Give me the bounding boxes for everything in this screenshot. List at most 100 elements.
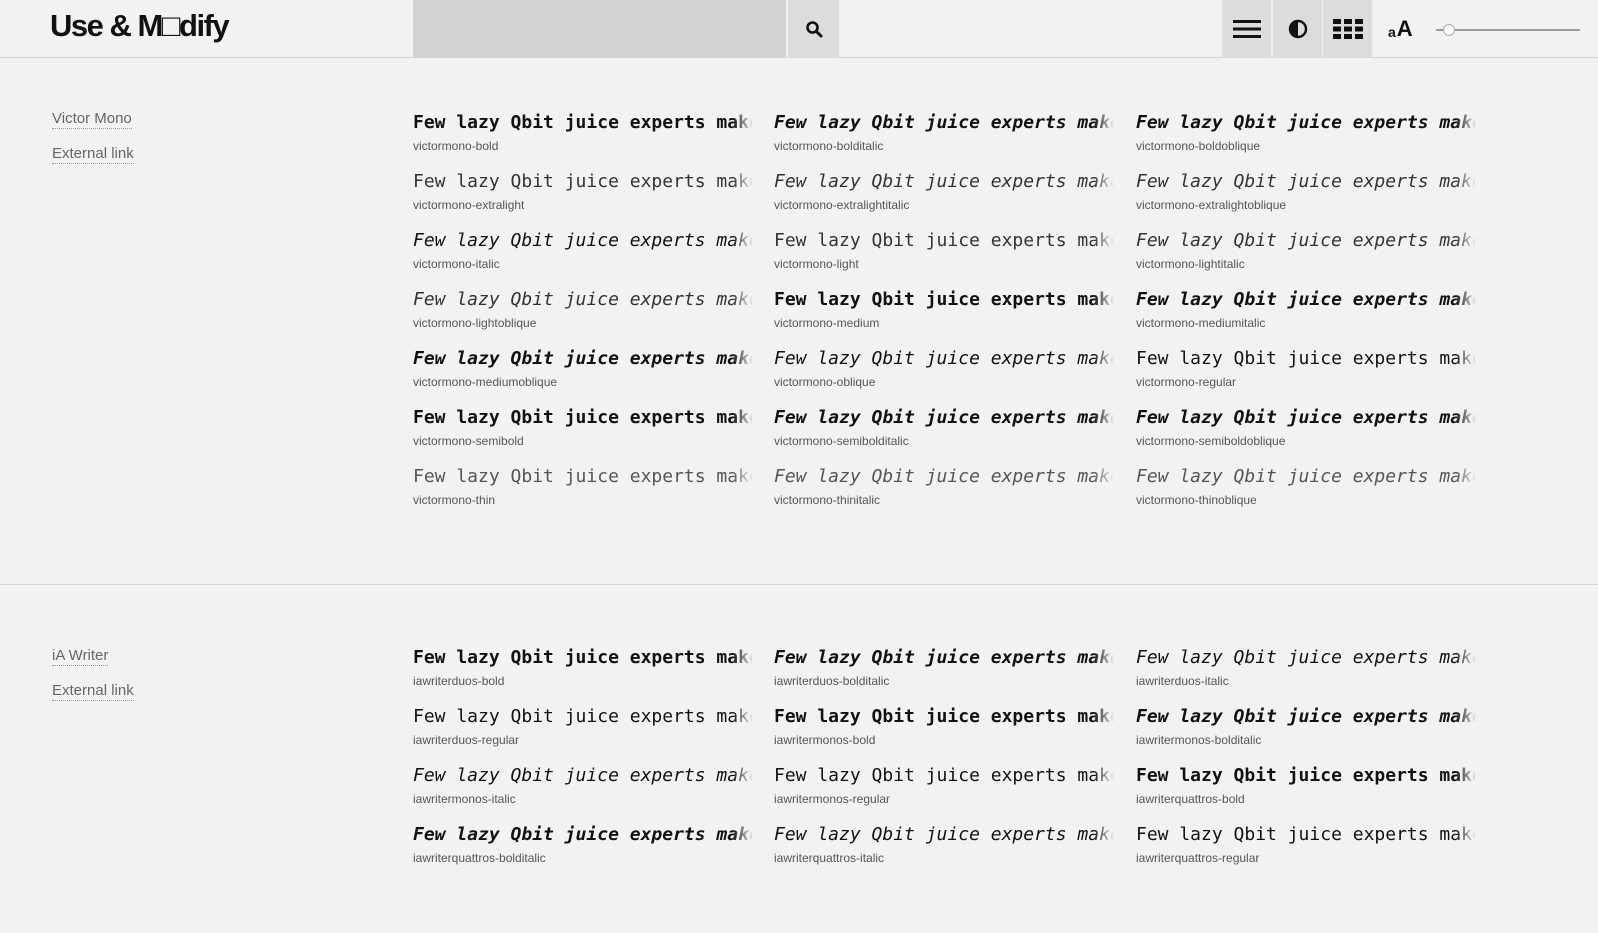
font-file-name: victormono-thinitalic xyxy=(774,493,881,507)
font-sample-card[interactable]: Few lazy Qbit juice experts make dog iawr… xyxy=(413,823,753,873)
font-file-name: iawriterduos-regular xyxy=(413,733,520,747)
font-sample-text: Few lazy Qbit juice experts make dog xyxy=(413,706,753,727)
font-file-name: iawriterduos-bolditalic xyxy=(774,674,890,688)
font-file-name: victormono-regular xyxy=(1136,375,1237,389)
text-size-small-label: a xyxy=(1388,24,1396,40)
font-sample-text: Few lazy Qbit juice experts make dog xyxy=(413,824,753,845)
grid-icon xyxy=(1332,19,1363,39)
family-link-ia-writer[interactable]: iA Writer xyxy=(52,647,109,666)
font-sample-card[interactable]: Few lazy Qbit juice experts make dog vict… xyxy=(774,229,1114,279)
font-file-name: victormono-semibold xyxy=(413,434,524,448)
font-sample-text: Few lazy Qbit juice experts make dog xyxy=(774,348,1114,369)
font-file-name: victormono-semibolditalic xyxy=(774,434,909,448)
slider-track xyxy=(1436,29,1580,31)
font-sample-card[interactable]: Few lazy Qbit juice experts make dog vict… xyxy=(413,229,753,279)
font-sample-text: Few lazy Qbit juice experts make dog xyxy=(1136,230,1476,251)
top-bar: Use & M□dify a A xyxy=(0,0,1598,58)
section-divider xyxy=(0,584,1598,585)
font-sample-card[interactable]: Few lazy Qbit juice experts make dog vict… xyxy=(413,347,753,397)
font-sample-text: Few lazy Qbit juice experts make dog xyxy=(1136,824,1476,845)
contrast-toggle-button[interactable] xyxy=(1273,0,1322,58)
font-sample-card[interactable]: Few lazy Qbit juice experts make dog iawr… xyxy=(1136,646,1476,696)
font-sample-card[interactable]: Few lazy Qbit juice experts make dog vict… xyxy=(1136,111,1476,161)
font-sample-card[interactable]: Few lazy Qbit juice experts make dog vict… xyxy=(413,406,753,456)
font-file-name: victormono-light xyxy=(774,257,859,271)
font-sample-text: Few lazy Qbit juice experts make dog xyxy=(413,647,753,668)
font-sample-text: Few lazy Qbit juice experts make dog xyxy=(413,230,753,251)
font-sample-card[interactable]: Few lazy Qbit juice experts make dog vict… xyxy=(774,406,1114,456)
font-sample-text: Few lazy Qbit juice experts make dog xyxy=(774,466,1114,487)
font-file-name: victormono-medium xyxy=(774,316,880,330)
slider-handle[interactable] xyxy=(1443,24,1455,36)
font-file-name: victormono-oblique xyxy=(774,375,876,389)
text-size-big-label: A xyxy=(1396,16,1413,41)
font-sample-card[interactable]: Few lazy Qbit juice experts make dog iawr… xyxy=(774,705,1114,755)
font-file-name: iawriterquattros-bolditalic xyxy=(413,851,546,865)
font-sample-card[interactable]: Few lazy Qbit juice experts make dog vict… xyxy=(1136,465,1476,515)
font-sample-card[interactable]: Few lazy Qbit juice experts make dog vict… xyxy=(1136,170,1476,220)
font-sample-text: Few lazy Qbit juice experts make dog xyxy=(774,407,1114,428)
font-file-name: iawriterquattros-regular xyxy=(1136,851,1260,865)
font-file-name: victormono-lightoblique xyxy=(413,316,537,330)
hamburger-icon xyxy=(1232,20,1261,38)
font-sample-card[interactable]: Few lazy Qbit juice experts make dog vict… xyxy=(1136,229,1476,279)
font-sample-card[interactable]: Few lazy Qbit juice experts make dog vict… xyxy=(413,465,753,515)
font-sample-card[interactable]: Few lazy Qbit juice experts make dog iawr… xyxy=(413,705,753,755)
font-sample-card[interactable]: Few lazy Qbit juice experts make dog vict… xyxy=(1136,288,1476,338)
font-file-name: iawritermonos-bolditalic xyxy=(1136,733,1262,747)
font-sample-card[interactable]: Few lazy Qbit juice experts make dog vict… xyxy=(774,347,1114,397)
family-link-victor-mono[interactable]: Victor Mono xyxy=(52,110,132,129)
search-icon xyxy=(805,21,822,38)
font-sample-text: Few lazy Qbit juice experts make dog xyxy=(1136,466,1476,487)
search-input[interactable] xyxy=(413,0,786,58)
contrast-icon xyxy=(1288,19,1307,39)
external-link[interactable]: External link xyxy=(52,145,134,164)
external-link[interactable]: External link xyxy=(52,682,134,701)
font-sample-card[interactable]: Few lazy Qbit juice experts make dog vict… xyxy=(413,288,753,338)
font-sample-card[interactable]: Few lazy Qbit juice experts make dog iawr… xyxy=(1136,764,1476,814)
font-sample-card[interactable]: Few lazy Qbit juice experts make dog iawr… xyxy=(413,646,753,696)
font-sample-text: Few lazy Qbit juice experts make dog xyxy=(413,112,753,133)
font-file-name: victormono-bold xyxy=(413,139,499,153)
font-sample-text: Few lazy Qbit juice experts make dog xyxy=(774,647,1114,668)
font-file-name: victormono-thinoblique xyxy=(1136,493,1257,507)
font-file-name: iawriterquattros-italic xyxy=(774,851,885,865)
font-file-name: victormono-bolditalic xyxy=(774,139,884,153)
font-sample-text: Few lazy Qbit juice experts make dog xyxy=(1136,171,1476,192)
font-sample-text: Few lazy Qbit juice experts make dog xyxy=(1136,348,1476,369)
font-sample-card[interactable]: Few lazy Qbit juice experts make dog vict… xyxy=(413,111,753,161)
font-sample-text: Few lazy Qbit juice experts make dog xyxy=(413,466,753,487)
font-sample-card[interactable]: Few lazy Qbit juice experts make dog vict… xyxy=(774,111,1114,161)
font-sample-card[interactable]: Few lazy Qbit juice experts make dog vict… xyxy=(774,288,1114,338)
font-sample-card[interactable]: Few lazy Qbit juice experts make dog vict… xyxy=(1136,406,1476,456)
font-file-name: victormono-mediumoblique xyxy=(413,375,558,389)
font-file-name: victormono-semiboldoblique xyxy=(1136,434,1286,448)
font-file-name: victormono-italic xyxy=(413,257,500,271)
font-sample-card[interactable]: Few lazy Qbit juice experts make dog iawr… xyxy=(1136,705,1476,755)
font-file-name: iawriterduos-italic xyxy=(1136,674,1229,688)
font-file-name: victormono-extralight xyxy=(413,198,525,212)
font-sample-text: Few lazy Qbit juice experts make dog xyxy=(774,289,1114,310)
font-file-name: iawritermonos-italic xyxy=(413,792,516,806)
font-file-name: victormono-thin xyxy=(413,493,496,507)
font-sample-card[interactable]: Few lazy Qbit juice experts make dog iawr… xyxy=(413,764,753,814)
font-sample-card[interactable]: Few lazy Qbit juice experts make dog iawr… xyxy=(1136,823,1476,873)
font-sample-card[interactable]: Few lazy Qbit juice experts make dog vict… xyxy=(774,465,1114,515)
font-sample-card[interactable]: Few lazy Qbit juice experts make dog vict… xyxy=(774,170,1114,220)
font-sample-text: Few lazy Qbit juice experts make dog xyxy=(1136,706,1476,727)
grid-view-button[interactable] xyxy=(1323,0,1372,58)
font-sample-card[interactable]: Few lazy Qbit juice experts make dog iawr… xyxy=(774,823,1114,873)
menu-button[interactable] xyxy=(1222,0,1271,58)
font-sample-card[interactable]: Few lazy Qbit juice experts make dog vict… xyxy=(1136,347,1476,397)
font-sample-card[interactable]: Few lazy Qbit juice experts make dog iawr… xyxy=(774,764,1114,814)
font-file-name: iawriterduos-bold xyxy=(413,674,505,688)
font-sample-card[interactable]: Few lazy Qbit juice experts make dog iawr… xyxy=(774,646,1114,696)
font-file-name: victormono-extralightitalic xyxy=(774,198,910,212)
font-sample-text: Few lazy Qbit juice experts make dog xyxy=(774,112,1114,133)
font-sample-card[interactable]: Few lazy Qbit juice experts make dog vict… xyxy=(413,170,753,220)
font-file-name: victormono-lightitalic xyxy=(1136,257,1245,271)
font-size-slider[interactable] xyxy=(1436,22,1580,38)
site-logo[interactable]: Use & M□dify xyxy=(50,8,230,44)
font-sample-text: Few lazy Qbit juice experts make dog xyxy=(1136,112,1476,133)
search-button[interactable] xyxy=(788,0,839,58)
